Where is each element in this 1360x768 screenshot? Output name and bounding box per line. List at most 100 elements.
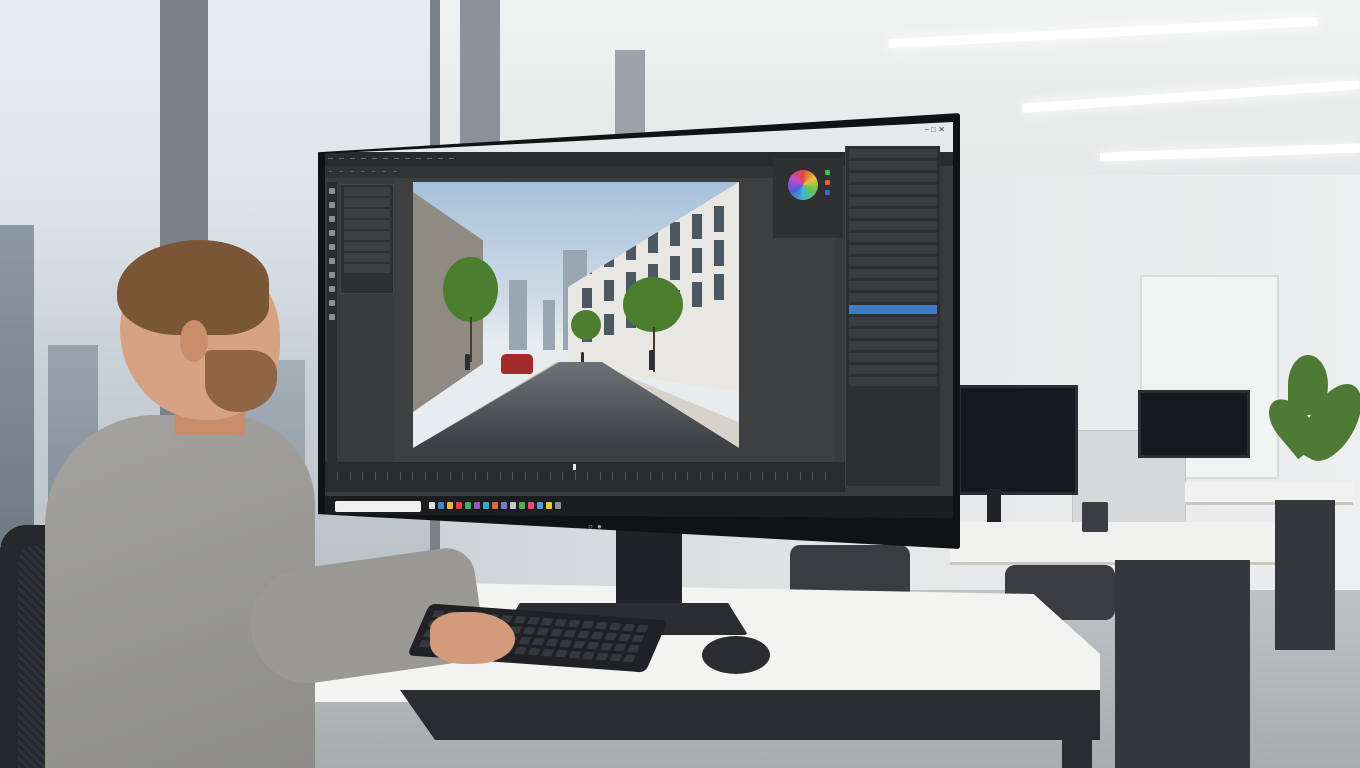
lasso-tool-icon[interactable] xyxy=(329,216,335,222)
taskbar-app-icon[interactable] xyxy=(465,502,471,509)
keyboard-key[interactable] xyxy=(568,650,582,659)
taskbar-app-icon[interactable] xyxy=(492,502,498,509)
tools-panel[interactable] xyxy=(327,182,337,472)
keyboard-key[interactable] xyxy=(541,648,555,657)
keyboard-key[interactable] xyxy=(563,629,577,638)
menu-item[interactable]: — xyxy=(339,156,344,162)
menu-item[interactable]: — xyxy=(350,156,355,162)
keyboard-key[interactable] xyxy=(608,622,622,631)
keyboard-key[interactable] xyxy=(554,649,568,658)
history-row[interactable] xyxy=(344,264,390,273)
taskbar-app-icon[interactable] xyxy=(429,502,435,509)
taskbar-app-icon[interactable] xyxy=(483,502,489,509)
keyboard-key[interactable] xyxy=(604,632,618,641)
keyboard-key[interactable] xyxy=(554,618,568,627)
keyboard-key[interactable] xyxy=(627,644,641,653)
keyboard-key[interactable] xyxy=(549,628,563,637)
options-bar[interactable]: – – – – – – – xyxy=(325,166,775,178)
taskbar-app-icon[interactable] xyxy=(546,502,552,509)
history-row[interactable] xyxy=(344,220,390,229)
layer-row[interactable] xyxy=(849,221,937,230)
color-swatch[interactable] xyxy=(825,180,830,185)
taskbar-search-box[interactable] xyxy=(335,501,421,512)
street-photo[interactable] xyxy=(413,182,739,448)
brush-tool-icon[interactable] xyxy=(329,244,335,250)
timeline-panel[interactable] xyxy=(325,462,845,492)
layer-row[interactable] xyxy=(849,281,937,290)
layer-row[interactable] xyxy=(849,365,937,374)
mouse[interactable] xyxy=(702,636,770,674)
history-row[interactable] xyxy=(344,187,390,196)
keyboard-key[interactable] xyxy=(532,637,545,646)
hand-tool-icon[interactable] xyxy=(329,300,335,306)
layers-panel[interactable] xyxy=(845,146,940,486)
menu-item[interactable]: — xyxy=(438,156,443,162)
menu-item[interactable]: — xyxy=(449,156,454,162)
taskbar-app-icon[interactable] xyxy=(438,502,444,509)
gradient-tool-icon[interactable] xyxy=(329,272,335,278)
menu-item[interactable]: — xyxy=(427,156,432,162)
option-control[interactable]: – xyxy=(361,169,364,175)
keyboard-key[interactable] xyxy=(514,646,527,655)
keyboard-key[interactable] xyxy=(567,619,581,628)
layer-row[interactable] xyxy=(849,245,937,254)
option-control[interactable]: – xyxy=(351,169,354,175)
keyboard-key[interactable] xyxy=(582,651,595,660)
layer-row[interactable] xyxy=(849,377,937,386)
history-row[interactable] xyxy=(344,209,390,218)
layer-row[interactable] xyxy=(849,317,937,326)
option-control[interactable]: – xyxy=(340,169,343,175)
timeline-playhead[interactable] xyxy=(573,464,576,470)
keyboard-key[interactable] xyxy=(522,626,536,635)
layer-row[interactable] xyxy=(849,341,937,350)
history-row[interactable] xyxy=(344,231,390,240)
zoom-tool-icon[interactable] xyxy=(329,314,335,320)
layer-row[interactable] xyxy=(849,185,937,194)
menu-item[interactable]: — xyxy=(394,156,399,162)
option-control[interactable]: – xyxy=(394,169,397,175)
keyboard-key[interactable] xyxy=(559,639,573,648)
keyboard-key[interactable] xyxy=(631,634,645,643)
keyboard-key[interactable] xyxy=(527,647,541,656)
layer-row[interactable] xyxy=(849,329,937,338)
monitor-screen[interactable]: − □ ✕ — — — — — — — — — — — — – – – – – – – xyxy=(325,122,953,518)
keyboard-key[interactable] xyxy=(586,641,600,650)
layer-row[interactable] xyxy=(849,269,937,278)
color-swatch[interactable] xyxy=(825,170,830,175)
taskbar-app-icon[interactable] xyxy=(519,502,525,509)
history-panel[interactable] xyxy=(340,184,394,294)
taskbar-app-icon[interactable] xyxy=(528,502,534,509)
keyboard-key[interactable] xyxy=(595,621,608,630)
color-wheel[interactable] xyxy=(788,170,818,200)
move-tool-icon[interactable] xyxy=(329,188,335,194)
menu-item[interactable]: — xyxy=(405,156,410,162)
layer-row[interactable] xyxy=(849,149,937,158)
eraser-tool-icon[interactable] xyxy=(329,258,335,264)
option-control[interactable]: – xyxy=(383,169,386,175)
window-controls[interactable]: − □ ✕ xyxy=(924,125,945,134)
taskbar-app-icon[interactable] xyxy=(474,502,480,509)
option-control[interactable]: – xyxy=(372,169,375,175)
keyboard-key[interactable] xyxy=(518,636,532,645)
taskbar-app-icon[interactable] xyxy=(447,502,453,509)
option-control[interactable]: – xyxy=(329,169,332,175)
layer-row[interactable] xyxy=(849,257,937,266)
layer-row[interactable] xyxy=(849,173,937,182)
keyboard-key[interactable] xyxy=(635,624,649,633)
text-tool-icon[interactable] xyxy=(329,286,335,292)
layer-row[interactable] xyxy=(849,293,937,302)
menu-item[interactable]: — xyxy=(361,156,366,162)
keyboard-key[interactable] xyxy=(536,627,550,636)
keyboard-key[interactable] xyxy=(540,617,554,626)
layer-row[interactable] xyxy=(849,197,937,206)
keyboard-key[interactable] xyxy=(609,653,623,662)
menu-item[interactable]: — xyxy=(416,156,421,162)
keyboard-key[interactable] xyxy=(613,643,627,652)
keyboard-key[interactable] xyxy=(572,640,586,649)
keyboard-key[interactable] xyxy=(590,631,604,640)
keyboard-key[interactable] xyxy=(527,616,540,625)
menu-item[interactable]: — xyxy=(383,156,388,162)
keyboard-key[interactable] xyxy=(622,654,636,663)
keyboard-key[interactable] xyxy=(581,620,595,629)
history-row[interactable] xyxy=(344,198,390,207)
